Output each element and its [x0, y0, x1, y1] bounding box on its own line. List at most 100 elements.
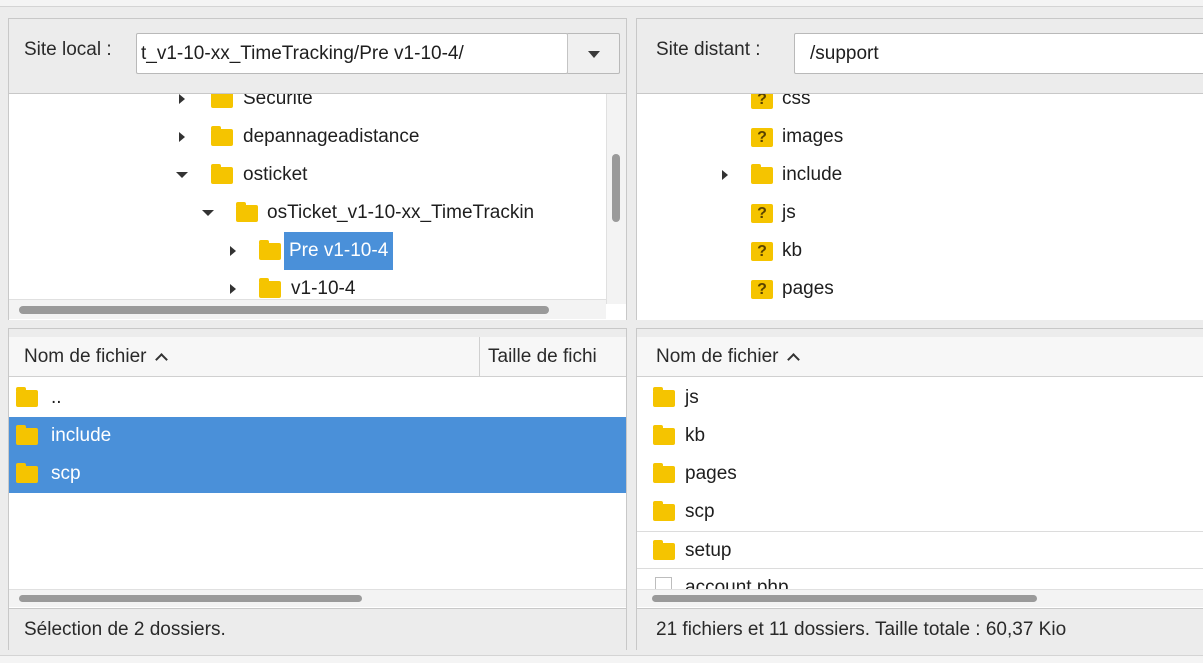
column-header-label: Nom de fichier — [656, 346, 779, 367]
tree-item-label: osticket — [243, 164, 308, 185]
remote-status-bar: 21 fichiers et 11 dossiers. Taille total… — [637, 608, 1203, 650]
file-name: include — [51, 425, 112, 446]
tree-item-label: osTicket_v1-10-xx_TimeTrackin — [267, 202, 535, 223]
tree-item-label: depannageadistance — [243, 126, 420, 147]
list-item-js[interactable]: js — [637, 379, 1203, 417]
remote-file-list[interactable]: Nom de fichier js kb pages scp setup acc… — [637, 337, 1203, 608]
folder-icon — [653, 387, 675, 407]
remote-path-input[interactable]: /support — [794, 33, 1203, 74]
bottom-divider — [0, 655, 1203, 663]
list-item-setup[interactable]: setup — [637, 531, 1203, 569]
folder-icon — [16, 387, 38, 407]
folder-icon — [211, 94, 233, 108]
tree-item-label: js — [782, 202, 796, 223]
remote-tree-item-pages[interactable]: ? pages — [637, 270, 1197, 308]
tree-item-securite[interactable]: Securite — [9, 93, 609, 118]
scrollbar-thumb[interactable] — [612, 154, 620, 222]
local-status-bar: Sélection de 2 dossiers. — [9, 608, 626, 650]
file-name: setup — [685, 540, 732, 561]
tree-item-label: Pre v1-10-4 — [284, 232, 394, 270]
remote-tree-item-include[interactable]: include — [637, 156, 1197, 194]
list-item-include[interactable]: include — [9, 417, 626, 455]
remote-list-horizontal-scrollbar[interactable] — [637, 589, 1203, 607]
file-name: scp — [51, 463, 81, 484]
unknown-folder-icon: ? — [751, 204, 773, 223]
remote-site-label: Site distant : — [656, 39, 761, 60]
folder-icon — [653, 425, 675, 445]
folder-icon — [16, 425, 38, 445]
scrollbar-thumb[interactable] — [19, 306, 549, 314]
expand-arrow-icon[interactable] — [179, 132, 185, 142]
tree-item-depannageadistance[interactable]: depannageadistance — [9, 118, 609, 156]
folder-icon — [751, 164, 773, 184]
remote-file-pane: Nom de fichier js kb pages scp setup acc… — [636, 328, 1203, 650]
local-file-list-header: Nom de fichier Taille de fichi — [9, 337, 626, 377]
folder-icon — [16, 463, 38, 483]
list-item-scp[interactable]: scp — [637, 493, 1203, 531]
local-file-pane: Nom de fichier Taille de fichi .. includ… — [8, 328, 627, 650]
remote-tree-item-images[interactable]: ? images — [637, 118, 1197, 156]
file-name: kb — [685, 425, 706, 446]
local-site-pane: Site local : t_v1-10-xx_TimeTracking/Pre… — [8, 18, 627, 320]
tree-item-osticket[interactable]: osticket — [9, 156, 609, 194]
remote-tree-item-css[interactable]: ? css — [637, 93, 1197, 118]
sort-ascending-icon — [154, 353, 168, 366]
unknown-folder-icon: ? — [751, 94, 773, 109]
local-site-label: Site local : — [24, 39, 112, 60]
file-name: .. — [51, 387, 62, 408]
folder-icon — [653, 463, 675, 483]
local-tree-vertical-scrollbar[interactable] — [606, 94, 626, 304]
folder-icon — [259, 278, 281, 298]
local-list-horizontal-scrollbar[interactable] — [9, 589, 626, 607]
expand-arrow-icon[interactable] — [179, 94, 185, 104]
tree-item-label: kb — [782, 240, 803, 261]
tree-item-label: images — [782, 126, 844, 147]
local-site-bar: Site local : t_v1-10-xx_TimeTracking/Pre… — [9, 19, 626, 77]
expand-arrow-icon[interactable] — [230, 246, 236, 256]
scrollbar-thumb[interactable] — [652, 595, 1037, 602]
local-path-input[interactable]: t_v1-10-xx_TimeTracking/Pre v1-10-4/ — [136, 33, 568, 74]
folder-icon — [211, 164, 233, 184]
list-item-parent-directory[interactable]: .. — [9, 379, 626, 417]
list-item-scp[interactable]: scp — [9, 455, 626, 493]
folder-icon — [259, 240, 281, 260]
top-divider — [0, 0, 1203, 7]
remote-file-list-header: Nom de fichier — [637, 337, 1203, 377]
folder-icon — [653, 501, 675, 521]
unknown-folder-icon: ? — [751, 242, 773, 261]
remote-site-bar: Site distant : /support — [637, 19, 1203, 77]
expand-arrow-icon[interactable] — [722, 170, 728, 180]
remote-tree-item-kb[interactable]: ? kb — [637, 232, 1197, 270]
tree-item-label: include — [782, 164, 843, 185]
column-header-filename[interactable]: Nom de fichier — [637, 337, 1197, 377]
column-header-label: Nom de fichier — [24, 346, 147, 367]
folder-icon — [211, 126, 233, 146]
column-header-label: Taille de fichi — [488, 346, 597, 367]
unknown-folder-icon: ? — [751, 128, 773, 147]
expand-arrow-icon[interactable] — [230, 284, 236, 294]
tree-item-pre-v1-10-4[interactable]: Pre v1-10-4 — [9, 232, 609, 270]
local-file-list[interactable]: Nom de fichier Taille de fichi .. includ… — [9, 337, 626, 608]
remote-tree-item-js[interactable]: ? js — [637, 194, 1197, 232]
remote-directory-tree[interactable]: ? css ? images include ? js ? kb ? pages — [637, 93, 1203, 320]
column-header-filename[interactable]: Nom de fichier — [9, 337, 479, 377]
tree-item-label: pages — [782, 278, 834, 299]
unknown-folder-icon: ? — [751, 280, 773, 299]
list-item-kb[interactable]: kb — [637, 417, 1203, 455]
local-path-dropdown-button[interactable] — [567, 33, 620, 74]
file-name: pages — [685, 463, 737, 484]
tree-item-label: Securite — [243, 93, 313, 109]
column-header-filesize[interactable]: Taille de fichi — [480, 337, 626, 377]
tree-item-osticket-timetracking[interactable]: osTicket_v1-10-xx_TimeTrackin — [9, 194, 609, 232]
collapse-arrow-icon[interactable] — [176, 172, 188, 178]
chevron-down-icon — [588, 51, 600, 58]
local-tree-horizontal-scrollbar[interactable] — [9, 299, 606, 319]
collapse-arrow-icon[interactable] — [202, 210, 214, 216]
scrollbar-thumb[interactable] — [19, 595, 362, 602]
list-item-pages[interactable]: pages — [637, 455, 1203, 493]
folder-icon — [653, 540, 675, 560]
remote-site-pane: Site distant : /support ? css ? images i… — [636, 18, 1203, 320]
local-directory-tree[interactable]: Securite depannageadistance osticket osT… — [9, 93, 626, 320]
folder-icon — [236, 202, 258, 222]
tree-item-label: css — [782, 93, 811, 109]
